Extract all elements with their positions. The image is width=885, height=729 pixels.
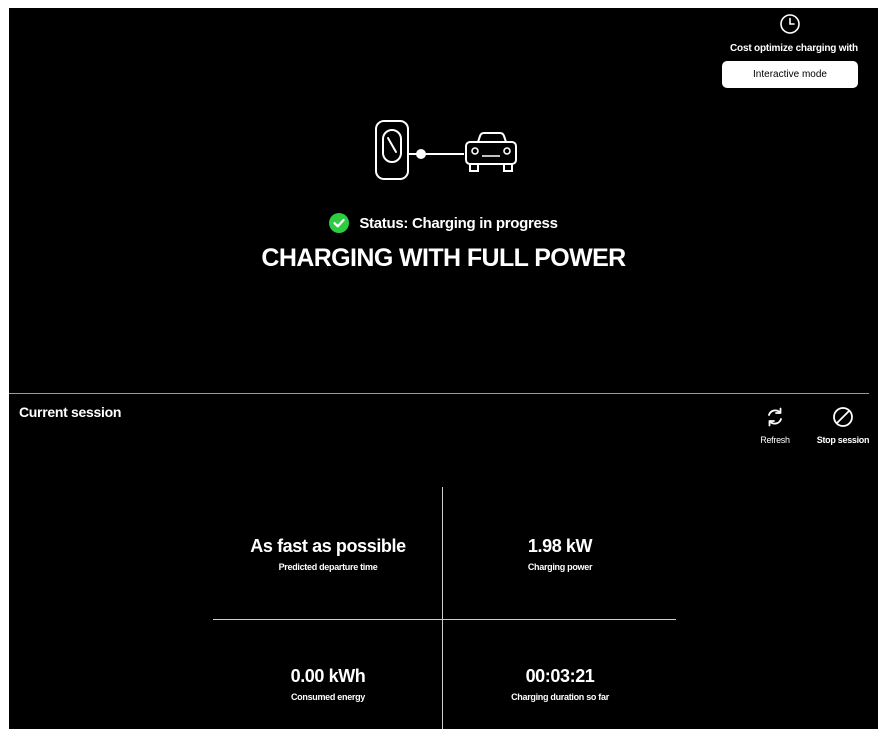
refresh-icon — [768, 407, 782, 427]
charging-app: Cost optimize charging with Interactive … — [9, 8, 878, 729]
stat-departure: As fast as possible Predicted departure … — [223, 536, 433, 572]
charging-headline: CHARGING WITH FULL POWER — [261, 244, 626, 272]
car-icon — [465, 132, 517, 172]
stat-energy: 0.00 kWh Consumed energy — [223, 666, 433, 702]
stop-session-label: Stop session — [816, 435, 870, 445]
charging-station-icon — [375, 120, 409, 180]
stat-value: 00:03:21 — [525, 666, 595, 686]
status-text: Status: Charging in progress — [359, 214, 558, 232]
stat-label: Charging power — [527, 562, 593, 572]
clock-icon — [780, 14, 800, 34]
grid-horizontal-divider — [213, 619, 676, 620]
stat-power: 1.98 kW Charging power — [455, 536, 665, 572]
check-circle-icon — [329, 213, 350, 233]
stat-label: Consumed energy — [290, 692, 366, 702]
stop-session-button[interactable]: Stop session — [813, 406, 873, 445]
grid-vertical-divider — [442, 487, 443, 729]
stop-icon — [833, 407, 853, 427]
stat-value: As fast as possible — [250, 536, 406, 556]
stat-label: Charging duration so far — [511, 692, 609, 702]
section-divider — [9, 393, 869, 394]
stat-value: 1.98 kW — [527, 536, 593, 556]
cable-line — [408, 149, 464, 159]
stat-value: 0.00 kWh — [290, 666, 366, 686]
stat-duration: 00:03:21 Charging duration so far — [455, 666, 665, 702]
refresh-button[interactable]: Refresh — [745, 406, 805, 445]
stat-label: Predicted departure time — [278, 562, 378, 572]
cost-optimize-label: Cost optimize charging with — [730, 43, 858, 54]
current-session-title: Current session — [19, 404, 122, 420]
refresh-label: Refresh — [760, 435, 790, 445]
charger-car-illustration — [375, 120, 517, 180]
status-row: Status: Charging in progress — [9, 213, 878, 233]
interactive-mode-button[interactable]: Interactive mode — [722, 61, 858, 88]
